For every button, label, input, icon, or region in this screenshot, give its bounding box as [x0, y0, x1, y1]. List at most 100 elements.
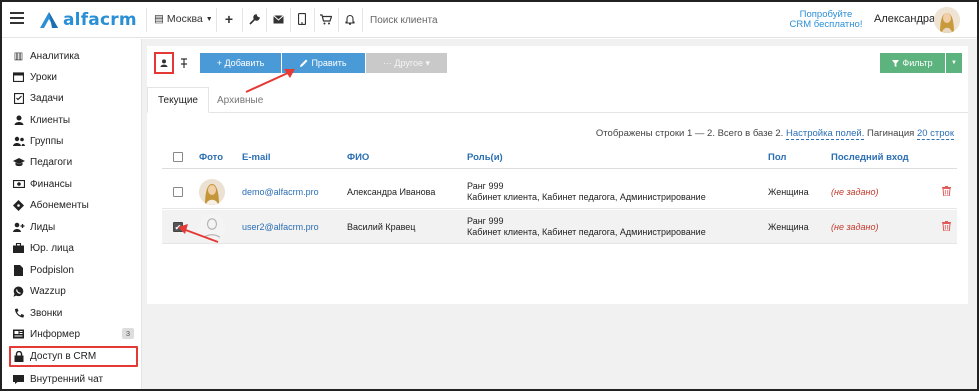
sidebar-item-wazzup[interactable]: Wazzup — [12, 282, 136, 300]
cart-icon[interactable] — [319, 12, 333, 26]
column-header-fio[interactable]: ФИО — [347, 152, 369, 163]
wrench-icon[interactable] — [247, 12, 261, 26]
sidebar-item-subscriptions[interactable]: Абонементы — [12, 196, 136, 214]
column-header-gender[interactable]: Пол — [768, 152, 786, 163]
pin-button[interactable] — [175, 53, 193, 73]
pagination-select[interactable]: 20 строк — [916, 128, 954, 140]
chart-icon: ▥ — [13, 50, 24, 62]
edit-button[interactable]: Править — [282, 53, 365, 73]
sidebar-item-label: Внутренний чат — [30, 373, 104, 385]
hamburger-menu-icon[interactable] — [10, 12, 24, 24]
user-avatar[interactable] — [934, 7, 960, 33]
promo-link[interactable]: Попробуйте CRM бесплатно! — [786, 10, 866, 30]
tab-current[interactable]: Текущие — [147, 87, 209, 113]
sidebar-item-label: Wazzup — [30, 285, 66, 297]
group-icon — [12, 136, 25, 147]
select-all-checkbox[interactable] — [173, 152, 183, 162]
caret-down-icon: ▼ — [205, 15, 213, 23]
column-header-last-login[interactable]: Последний вход — [831, 152, 909, 163]
users-panel: + Добавить Править ··· Другое ▾ Фильтр ▼… — [147, 46, 968, 304]
gender-cell: Женщина — [768, 222, 809, 232]
sidebar-item-label: Клиенты — [30, 114, 71, 126]
row-checkbox[interactable]: ✔ — [173, 222, 183, 232]
column-header-photo: Фото — [199, 152, 224, 163]
sidebar-item-label: Информер — [30, 328, 81, 340]
sidebar-item-label: Педагоги — [30, 156, 73, 168]
avatar — [199, 179, 225, 205]
ticket-icon — [12, 199, 25, 211]
row-checkbox[interactable] — [173, 187, 183, 197]
bell-icon[interactable] — [343, 12, 357, 26]
logo[interactable]: alfacrm — [38, 9, 137, 31]
rank-cell: Ранг 999 — [467, 181, 504, 191]
envelope-icon[interactable] — [271, 12, 285, 26]
trash-icon[interactable] — [942, 186, 952, 197]
tasks-icon — [12, 92, 25, 104]
email-link[interactable]: user2@alfacrm.pro — [242, 222, 319, 232]
plus-icon[interactable]: + — [222, 11, 236, 27]
top-bar: alfacrm ▤ Москва ▼ + Поиск клиента Попро… — [2, 2, 977, 38]
sidebar-item-analytics[interactable]: ▥ Аналитика — [12, 47, 136, 65]
sidebar-item-label: Группы — [30, 135, 64, 147]
tab-archive[interactable]: Архивные — [207, 87, 273, 113]
branch-label: Москва — [166, 13, 203, 25]
table-header: Фото E-mail ФИО Роль(и) Пол Последний вх… — [162, 146, 957, 169]
sidebar-item-teachers[interactable]: Педагоги — [12, 153, 136, 171]
money-icon — [12, 179, 25, 190]
sidebar-item-label: Звонки — [30, 307, 63, 319]
sidebar-item-tasks[interactable]: Задачи — [12, 89, 136, 107]
sidebar-item-leads[interactable]: Лиды — [12, 218, 136, 236]
divider — [338, 8, 339, 32]
informer-count-badge: 3 — [121, 328, 134, 339]
phone-icon — [12, 308, 25, 319]
divider — [146, 8, 147, 32]
client-search-input[interactable] — [366, 11, 566, 29]
table-row[interactable]: ✔ user2@alfacrm.pro Василий Кравец Ранг … — [162, 210, 957, 244]
fio-cell: Александра Иванова — [347, 187, 436, 197]
sidebar-item-internal-chat[interactable]: Внутренний чат — [12, 370, 136, 388]
last-login-cell: (не задано) — [831, 222, 879, 232]
email-link[interactable]: demo@alfacrm.pro — [242, 187, 319, 197]
filter-button[interactable]: Фильтр — [880, 53, 945, 73]
sidebar-item-lessons[interactable]: Уроки — [12, 68, 136, 86]
other-dropdown-button[interactable]: ··· Другое ▾ — [366, 53, 447, 73]
user-view-highlight — [154, 52, 174, 74]
whatsapp-icon — [12, 286, 25, 297]
pencil-icon — [300, 59, 308, 67]
column-header-email[interactable]: E-mail — [242, 152, 271, 163]
mobile-icon[interactable] — [295, 12, 309, 26]
sidebar-item-label: Задачи — [30, 92, 64, 104]
sidebar-item-finance[interactable]: Финансы — [12, 175, 136, 193]
user-name[interactable]: Александра — [874, 13, 935, 25]
sidebar-item-podpislon[interactable]: Podpislon — [12, 261, 136, 279]
pagination-label: Пагинация — [867, 128, 915, 139]
add-button[interactable]: + Добавить — [200, 53, 281, 73]
sidebar-item-informer[interactable]: Информер 3 — [12, 325, 136, 343]
crm-access-highlight — [9, 346, 138, 367]
table-info: Отображены строки 1 — 2. Всего в базе 2.… — [596, 128, 954, 140]
caret-down-icon: ▼ — [951, 60, 957, 66]
sidebar-item-legal-entities[interactable]: Юр. лица — [12, 239, 136, 257]
edit-button-label: Править — [311, 58, 347, 68]
column-header-roles[interactable]: Роль(и) — [467, 152, 503, 163]
sidebar-item-groups[interactable]: Группы — [12, 132, 136, 150]
fields-settings-link[interactable]: Настройка полей. — [785, 128, 865, 140]
filter-dropdown-toggle[interactable]: ▼ — [946, 53, 962, 73]
sidebar-item-label: Podpislon — [30, 264, 74, 276]
briefcase-icon — [12, 243, 25, 254]
roles-cell: Кабинет клиента, Кабинет педагога, Админ… — [467, 192, 706, 202]
sidebar-item-clients[interactable]: Клиенты — [12, 111, 136, 129]
newspaper-icon — [12, 329, 25, 340]
divider — [314, 8, 315, 32]
table-row[interactable]: demo@alfacrm.pro Александра Иванова Ранг… — [162, 175, 957, 209]
chat-icon — [12, 374, 25, 385]
sidebar-item-calls[interactable]: Звонки — [12, 304, 136, 322]
divider — [242, 8, 243, 32]
branch-selector[interactable]: ▤ Москва ▼ — [154, 13, 213, 25]
app-window: alfacrm ▤ Москва ▼ + Поиск клиента Попро… — [0, 0, 979, 391]
roles-cell: Кабинет клиента, Кабинет педагога, Админ… — [467, 227, 706, 237]
divider — [266, 8, 267, 32]
trash-icon[interactable] — [942, 221, 952, 232]
last-login-cell: (не задано) — [831, 187, 879, 197]
graduation-cap-icon — [12, 157, 25, 168]
